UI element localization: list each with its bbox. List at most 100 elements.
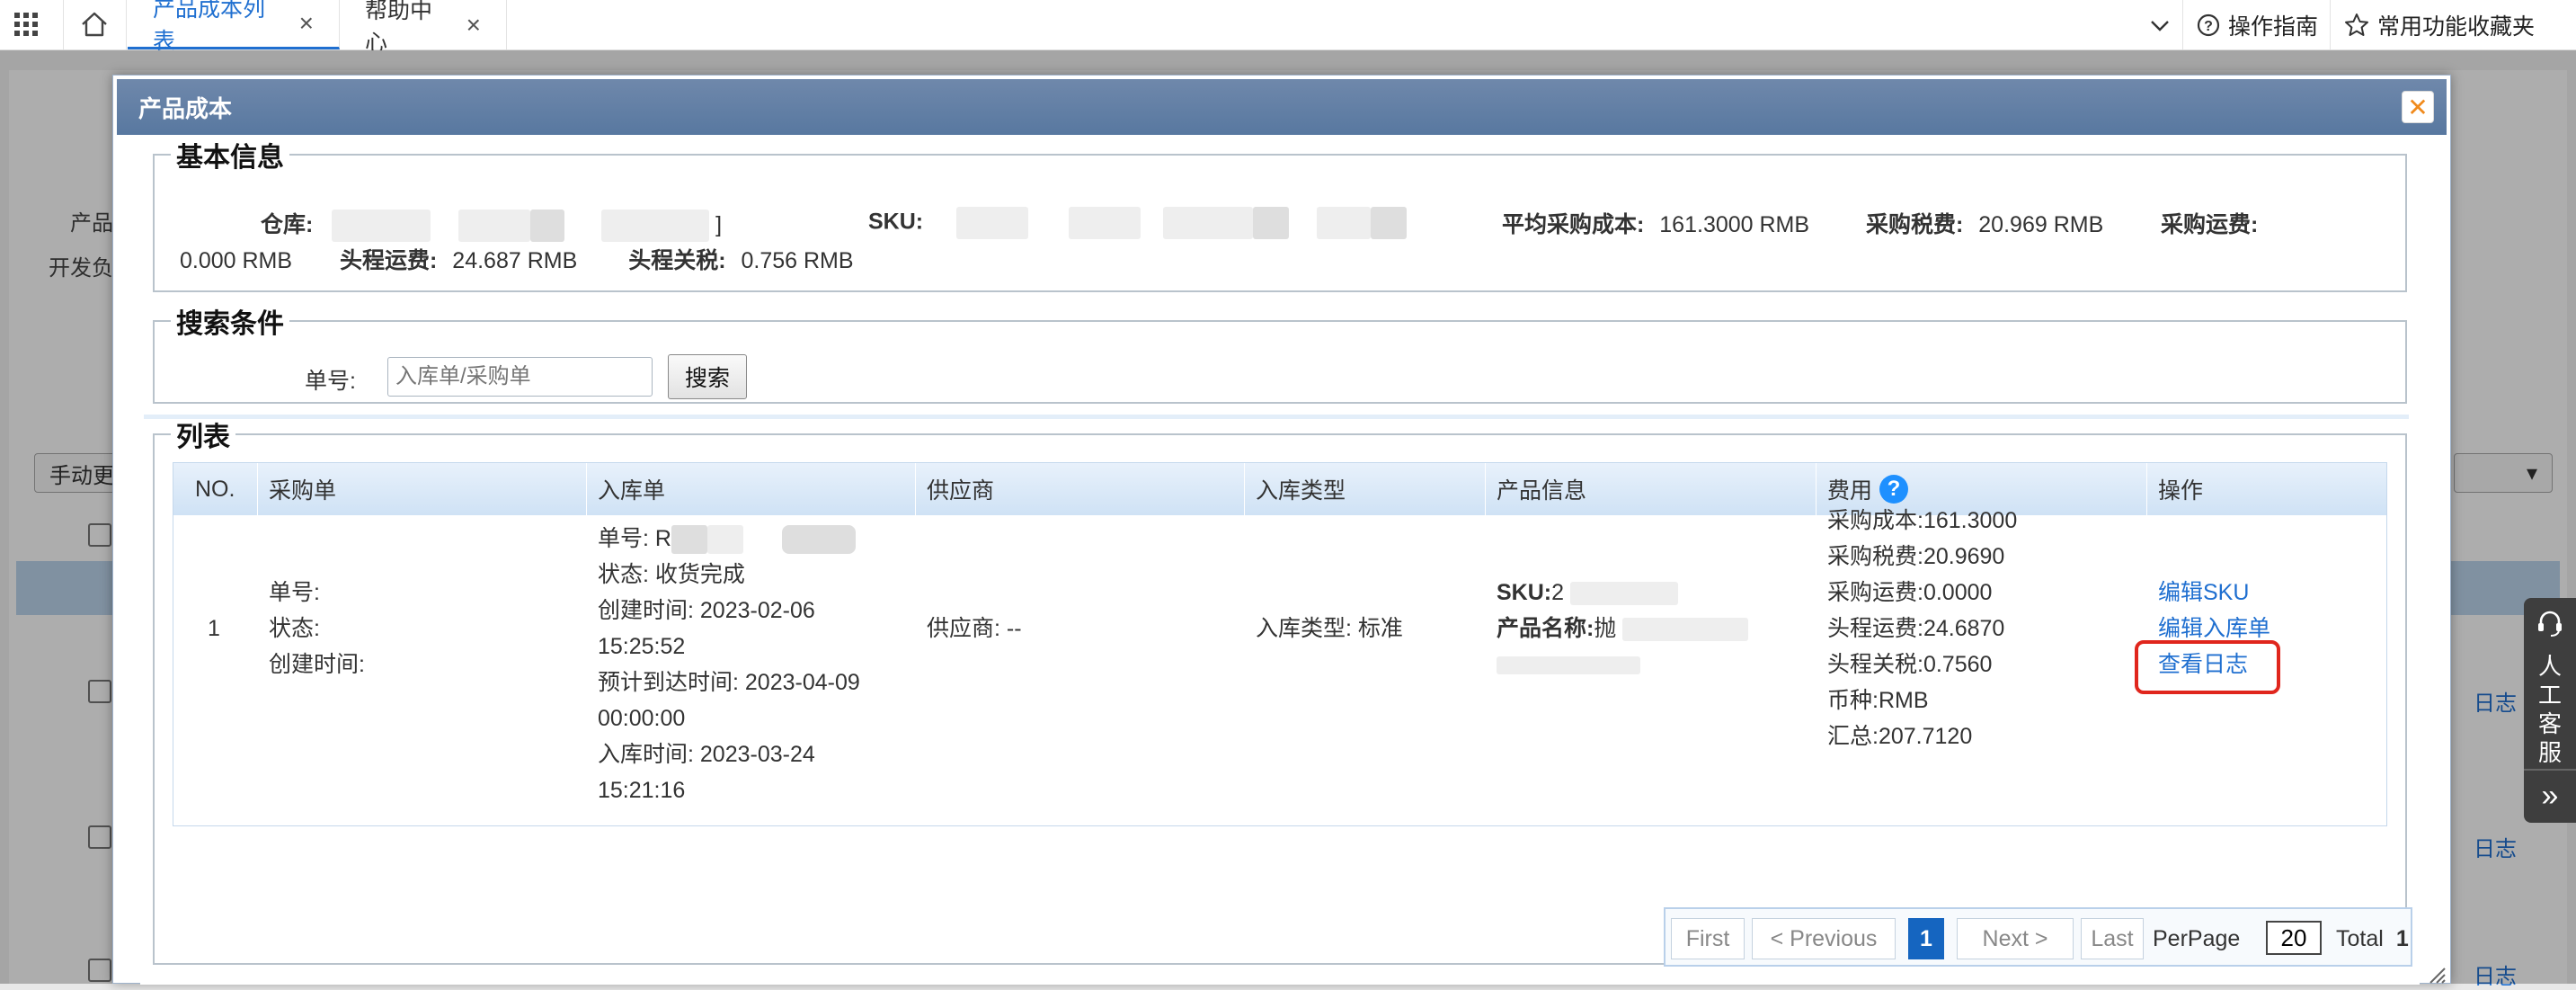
col-no: NO. <box>173 463 258 515</box>
per-page-label: PerPage <box>2153 918 2240 959</box>
close-icon[interactable]: ✕ <box>2402 91 2434 123</box>
col-purchase-order: 采购单 <box>258 463 587 515</box>
divider <box>2330 0 2331 49</box>
last-page-button[interactable]: Last <box>2081 918 2144 959</box>
avg-cost-label: 平均采购成本: <box>1502 212 1644 237</box>
redacted-block <box>601 210 709 242</box>
cost-purchase: 采购成本:161.3000 <box>1827 503 2017 539</box>
previous-page-button[interactable]: < Previous <box>1752 918 1896 959</box>
basic-info-legend: 基本信息 <box>171 135 289 174</box>
svg-text:?: ? <box>2204 19 2213 34</box>
redacted-block <box>1622 618 1748 641</box>
operation-guide-button[interactable]: ? 操作指南 <box>2196 0 2318 49</box>
avg-cost-value: 161.3000 RMB <box>1659 212 1809 237</box>
cost-total: 汇总:207.7120 <box>1827 718 1972 754</box>
cost-freight: 采购运费:0.0000 <box>1827 575 1992 611</box>
freight-label: 采购运费: <box>2161 212 2258 237</box>
col-cost-label: 费用 <box>1827 473 1872 505</box>
freight-info: 采购运费: <box>2161 207 2258 239</box>
app-grid-icon[interactable] <box>13 11 40 38</box>
cost-duty: 头程关税:0.7560 <box>1827 647 1992 682</box>
warehouse-suffix: ] <box>715 212 722 237</box>
pagination: First < Previous 1 Next > Last PerPage T… <box>1664 907 2412 967</box>
tab-label: 产品成本列表 <box>153 0 287 56</box>
chevron-down-icon[interactable] <box>2148 0 2172 49</box>
redacted-block <box>1069 207 1141 239</box>
help-icon[interactable]: ? <box>1879 475 1908 504</box>
tax-value: 20.969 RMB <box>1978 212 2103 237</box>
total-label: Total <box>2336 926 2384 952</box>
per-page-input[interactable] <box>2266 921 2322 955</box>
receipt-eta: 预计到达时间: 2023-04-09 <box>598 664 860 700</box>
favorites-button[interactable]: 常用功能收藏夹 <box>2343 0 2535 49</box>
freight-value-row: 0.000 RMB 头程运费: 24.687 RMB 头程关税: 0.756 R… <box>180 243 854 275</box>
redacted-block <box>332 210 431 242</box>
cost-first-leg: 头程运费:24.6870 <box>1827 611 2004 647</box>
redacted-block <box>707 525 743 554</box>
freight-value: 0.000 RMB <box>180 248 292 273</box>
po-created-label: 创建时间: <box>269 647 365 682</box>
product-cost-dialog: 产品成本 ✕ 基本信息 仓库: ] SKU: 平均采购成本: 161.3000 … <box>112 75 2451 984</box>
home-icon[interactable] <box>76 7 113 41</box>
next-page-button[interactable]: Next > <box>1957 918 2074 959</box>
po-status-label: 状态: <box>269 611 320 647</box>
redacted-block <box>530 210 564 242</box>
tab-label: 帮助中心 <box>365 0 454 58</box>
list-legend: 列表 <box>171 415 235 454</box>
receipt-type-cell: 入库类型: 标准 <box>1256 611 1403 647</box>
warehouse-info: 仓库: ] <box>261 207 722 242</box>
dialog-title: 产品成本 <box>138 91 232 124</box>
product-name-value: 抛 <box>1594 616 1616 641</box>
order-no-search-input[interactable] <box>387 357 653 397</box>
favorites-label: 常用功能收藏夹 <box>2377 9 2535 41</box>
avg-cost-info: 平均采购成本: 161.3000 RMB <box>1502 207 1809 239</box>
total-count: Total 1 <box>2336 918 2409 959</box>
first-leg-label: 头程运费: <box>340 248 437 273</box>
receipt-order-no: 单号: R <box>598 521 856 557</box>
redacted-block <box>782 525 856 554</box>
edit-sku-link[interactable]: 编辑SKU <box>2158 575 2249 611</box>
close-icon[interactable]: × <box>299 11 314 36</box>
headset-icon <box>2536 609 2564 638</box>
cost-table: NO. 采购单 入库单 供应商 入库类型 产品信息 费用 ? 操作 1 单号: … <box>173 462 2387 826</box>
redacted-block <box>671 525 707 554</box>
help-circle-icon: ? <box>2196 13 2221 38</box>
col-supplier: 供应商 <box>916 463 1245 515</box>
warehouse-label: 仓库: <box>261 212 313 237</box>
page-1-button[interactable]: 1 <box>1908 918 1944 959</box>
close-icon[interactable]: × <box>466 13 481 38</box>
cost-currency: 币种:RMB <box>1827 682 1929 718</box>
sku-label: SKU: <box>868 210 923 235</box>
double-chevron-right-icon[interactable]: » <box>2524 773 2576 818</box>
redacted-block <box>1317 207 1371 239</box>
redacted-block <box>1371 207 1407 239</box>
product-name-extra <box>1497 647 1640 682</box>
divider <box>2182 0 2183 49</box>
operation-guide-label: 操作指南 <box>2228 9 2318 41</box>
dialog-body: 基本信息 仓库: ] SKU: 平均采购成本: 161.3000 RMB 采购税… <box>140 151 2420 985</box>
first-leg-value: 24.687 RMB <box>452 248 577 273</box>
customer-service-widget[interactable]: 人工客服 » <box>2524 598 2576 823</box>
search-button[interactable]: 搜索 <box>668 354 747 399</box>
sku-info: SKU: <box>868 207 1407 239</box>
star-icon <box>2343 12 2370 39</box>
resize-handle-icon[interactable] <box>2423 961 2447 985</box>
tax-label: 采购税费: <box>1866 212 1963 237</box>
row-no: 1 <box>208 611 220 647</box>
divider <box>63 0 64 49</box>
divider <box>2524 769 2576 771</box>
redacted-block <box>956 207 1028 239</box>
receipt-received-time: 15:21:16 <box>598 772 685 808</box>
tab-help-center[interactable]: 帮助中心 × <box>340 0 507 49</box>
order-no-label: 单号: <box>305 363 356 396</box>
table-header: NO. 采购单 入库单 供应商 入库类型 产品信息 费用 ? 操作 <box>173 463 2386 515</box>
duty-label: 头程关税: <box>628 248 725 273</box>
product-name: 产品名称:抛 <box>1497 611 1748 647</box>
receipt-created-time: 15:25:52 <box>598 629 685 664</box>
redacted-block <box>1253 207 1289 239</box>
tab-product-cost-list[interactable]: 产品成本列表 × <box>128 0 340 49</box>
first-page-button[interactable]: First <box>1671 918 1745 959</box>
customer-service-label: 人工客服 <box>2536 652 2563 767</box>
receipt-received: 入库时间: 2023-03-24 <box>598 736 815 772</box>
product-name-label: 产品名称: <box>1497 616 1594 641</box>
